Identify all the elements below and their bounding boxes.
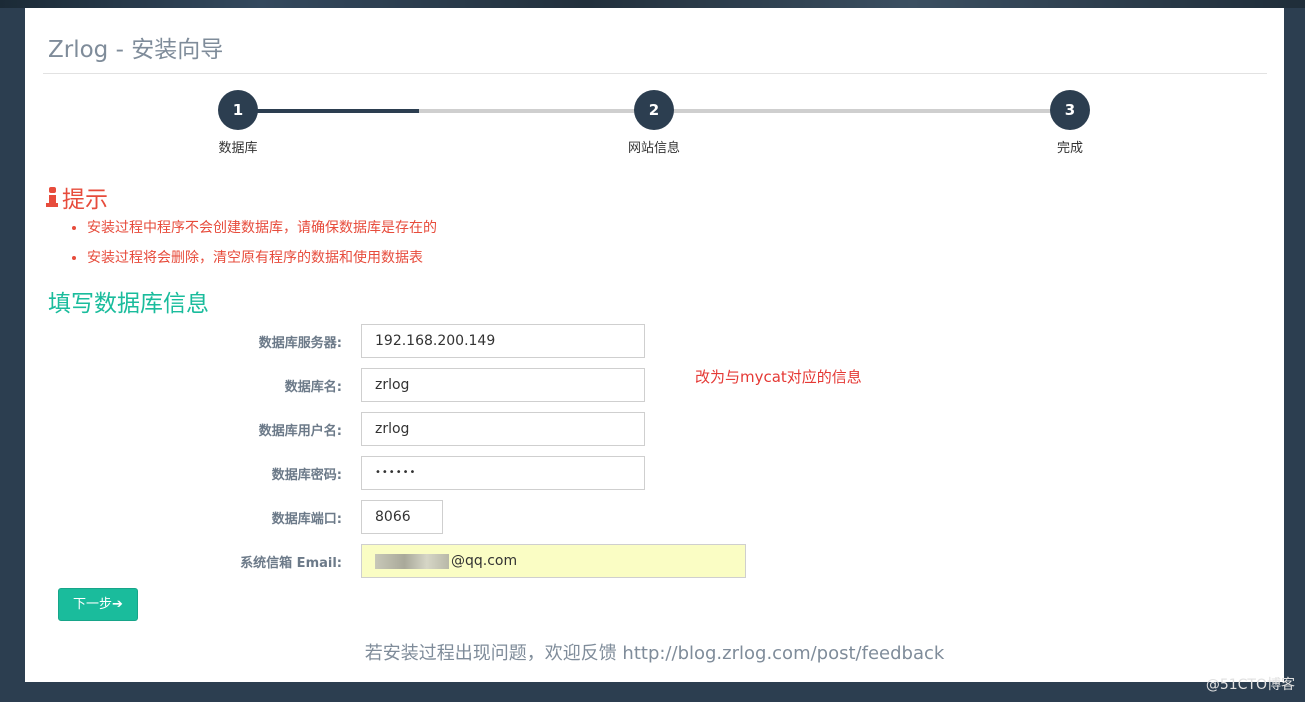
- next-step-button[interactable]: 下一步➔: [58, 588, 138, 621]
- db-name-label: 数据库名:: [284, 380, 342, 395]
- db-port-label: 数据库端口:: [271, 512, 342, 527]
- tip-item: 安装过程将会删除，清空原有程序的数据和使用数据表: [87, 248, 437, 278]
- next-step-label: 下一步: [73, 597, 113, 612]
- feedback-text: 若安装过程出现问题，欢迎反馈 http://blog.zrlog.com/pos…: [364, 643, 945, 664]
- redacted-email-prefix: [375, 553, 449, 569]
- email-label: 系统信箱 Email:: [240, 556, 342, 571]
- db-name-input[interactable]: zrlog: [361, 368, 645, 402]
- page-title: Zrlog - 安装向导: [48, 37, 224, 63]
- step-number-1: 1: [218, 90, 258, 130]
- db-password-input[interactable]: ••••••: [361, 456, 645, 490]
- step-complete: 3 完成: [1030, 90, 1110, 156]
- page-top-strip: [0, 0, 1305, 8]
- watermark: @51CTO博客: [1205, 677, 1295, 693]
- step-site-info: 2 网站信息: [614, 90, 694, 156]
- db-user-label: 数据库用户名:: [258, 424, 342, 439]
- db-host-input[interactable]: 192.168.200.149: [361, 324, 645, 358]
- email-input[interactable]: @qq.com: [361, 544, 746, 578]
- tip-list: 安装过程中程序不会创建数据库，请确保数据库是存在的 安装过程将会删除，清空原有程…: [69, 218, 437, 278]
- db-password-label: 数据库密码:: [271, 468, 342, 483]
- annotation-note: 改为与mycat对应的信息: [695, 368, 862, 386]
- tip-heading: 提示: [46, 180, 108, 214]
- db-user-input[interactable]: zrlog: [361, 412, 645, 446]
- step-progress-remaining: [419, 109, 1069, 113]
- step-label-database: 数据库: [218, 141, 258, 156]
- db-host-label: 数据库服务器:: [258, 336, 342, 351]
- tip-item: 安装过程中程序不会创建数据库，请确保数据库是存在的: [87, 218, 437, 248]
- step-number-3: 3: [1050, 90, 1090, 130]
- form-heading: 填写数据库信息: [48, 291, 209, 317]
- db-port-input[interactable]: 8066: [361, 500, 443, 534]
- step-label-complete: 完成: [1056, 141, 1083, 156]
- email-value: @qq.com: [451, 553, 518, 569]
- info-icon: [46, 185, 58, 209]
- install-wizard-panel: Zrlog - 安装向导 1 数据库 2 网站信息 3 完成 提示 安装过程中程…: [25, 8, 1284, 682]
- arrow-right-icon: ➔: [112, 597, 123, 612]
- tip-heading-text: 提示: [62, 187, 108, 213]
- title-divider: [43, 73, 1267, 74]
- step-database: 1 数据库: [198, 90, 278, 156]
- step-label-site-info: 网站信息: [627, 141, 680, 156]
- step-number-2: 2: [634, 90, 674, 130]
